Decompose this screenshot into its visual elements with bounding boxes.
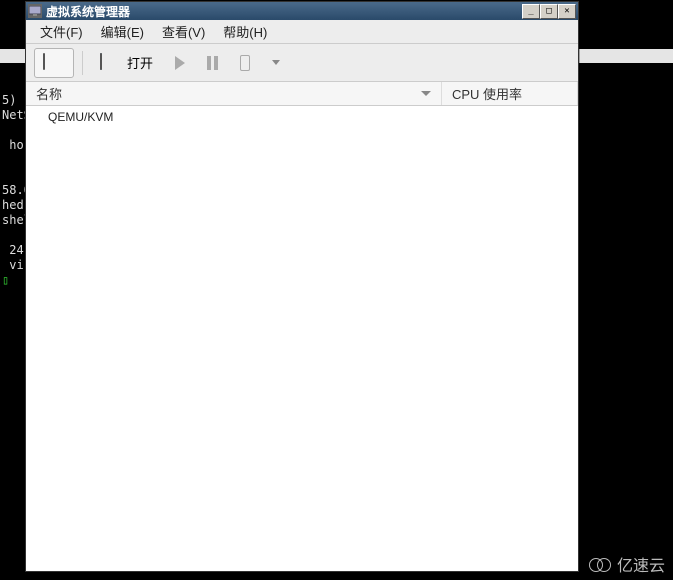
virt-manager-window: 虚拟系统管理器 _ □ ✕ 文件(F) 编辑(E) 查看(V) 帮助(H) 打开 — [25, 1, 579, 572]
menu-help[interactable]: 帮助(H) — [215, 19, 275, 44]
pause-icon — [207, 56, 218, 70]
connection-list[interactable]: QEMU/KVM — [26, 106, 578, 571]
toolbar: 打开 — [26, 44, 578, 82]
window-title: 虚拟系统管理器 — [46, 3, 522, 20]
table-row[interactable]: QEMU/KVM — [26, 106, 578, 128]
toolbar-separator — [82, 51, 83, 75]
watermark: 亿速云 — [589, 552, 665, 576]
table-header: 名称 CPU 使用率 — [26, 82, 578, 106]
column-header-name[interactable]: 名称 — [26, 82, 442, 105]
menu-view[interactable]: 查看(V) — [154, 19, 213, 44]
pause-button[interactable] — [198, 48, 227, 78]
run-button[interactable] — [166, 48, 194, 78]
play-icon — [175, 56, 185, 70]
monitor-icon — [100, 54, 122, 72]
close-button[interactable]: ✕ — [558, 4, 576, 19]
chevron-down-icon — [272, 60, 280, 65]
new-vm-button[interactable] — [34, 48, 74, 78]
shutdown-button[interactable] — [231, 48, 259, 78]
window-controls: _ □ ✕ — [522, 4, 576, 19]
row-name: QEMU/KVM — [26, 110, 442, 124]
open-button[interactable]: 打开 — [91, 48, 162, 78]
device-icon — [240, 55, 250, 71]
window-titlebar[interactable]: 虚拟系统管理器 _ □ ✕ — [26, 2, 578, 20]
column-header-cpu[interactable]: CPU 使用率 — [442, 82, 578, 105]
terminal-cursor: ▯ — [2, 273, 9, 287]
open-label: 打开 — [127, 53, 153, 72]
column-name-label: 名称 — [36, 84, 62, 103]
minimize-button[interactable]: _ — [522, 4, 540, 19]
watermark-logo-icon — [589, 556, 613, 572]
watermark-text: 亿速云 — [617, 552, 665, 576]
menubar: 文件(F) 编辑(E) 查看(V) 帮助(H) — [26, 20, 578, 44]
column-cpu-label: CPU 使用率 — [452, 84, 522, 103]
sort-indicator-icon — [421, 91, 431, 96]
menu-edit[interactable]: 编辑(E) — [93, 19, 152, 44]
app-icon — [28, 4, 42, 18]
shutdown-menu-button[interactable] — [263, 48, 289, 78]
menu-file[interactable]: 文件(F) — [32, 19, 91, 44]
maximize-button[interactable]: □ — [540, 4, 558, 19]
new-vm-icon — [43, 54, 65, 72]
